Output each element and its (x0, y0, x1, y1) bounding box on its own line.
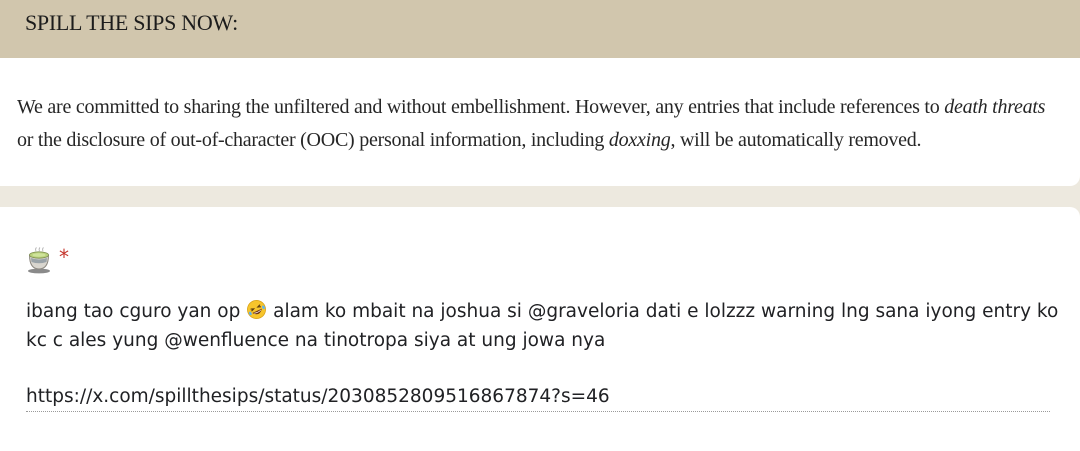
answer-line: ibang tao cguro yan op alam ko mbait na … (26, 298, 1058, 327)
section-description: We are committed to sharing the unfilter… (17, 91, 1057, 157)
description-text: We are committed to sharing the unfilter… (17, 96, 945, 118)
answer-text: ibang tao cguro yan op (26, 301, 247, 322)
answer-text-field[interactable]: ibang tao cguro yan op alam ko mbait na … (26, 298, 1058, 412)
required-asterisk: * (59, 245, 69, 269)
rofl-emoji-icon (247, 300, 267, 319)
description-text: , will be automatically removed. (670, 129, 922, 151)
answer-text: alam ko mbait na joshua si @graveloria d… (267, 301, 1059, 322)
answer-link-text: https://x.com/spillthesips/status/203085… (26, 386, 610, 407)
question-label: * (25, 245, 69, 275)
section-title: SPILL THE SIPS NOW: (25, 10, 238, 35)
question-card: * ibang tao cguro yan op alam ko mbait n… (0, 207, 1080, 451)
description-emphasis-death-threats: death threats (944, 96, 1046, 118)
answer-field-underline (26, 411, 1050, 412)
description-text: or the disclosure of out-of-character (O… (17, 129, 609, 151)
tea-cup-icon (28, 247, 50, 274)
description-card: We are committed to sharing the unfilter… (0, 58, 1080, 186)
answer-line: kc c ales yung @wenfluence na tinotropa … (26, 329, 606, 351)
description-emphasis-doxxing: doxxing (608, 129, 671, 151)
form-header-band: SPILL THE SIPS NOW: (0, 0, 1080, 58)
